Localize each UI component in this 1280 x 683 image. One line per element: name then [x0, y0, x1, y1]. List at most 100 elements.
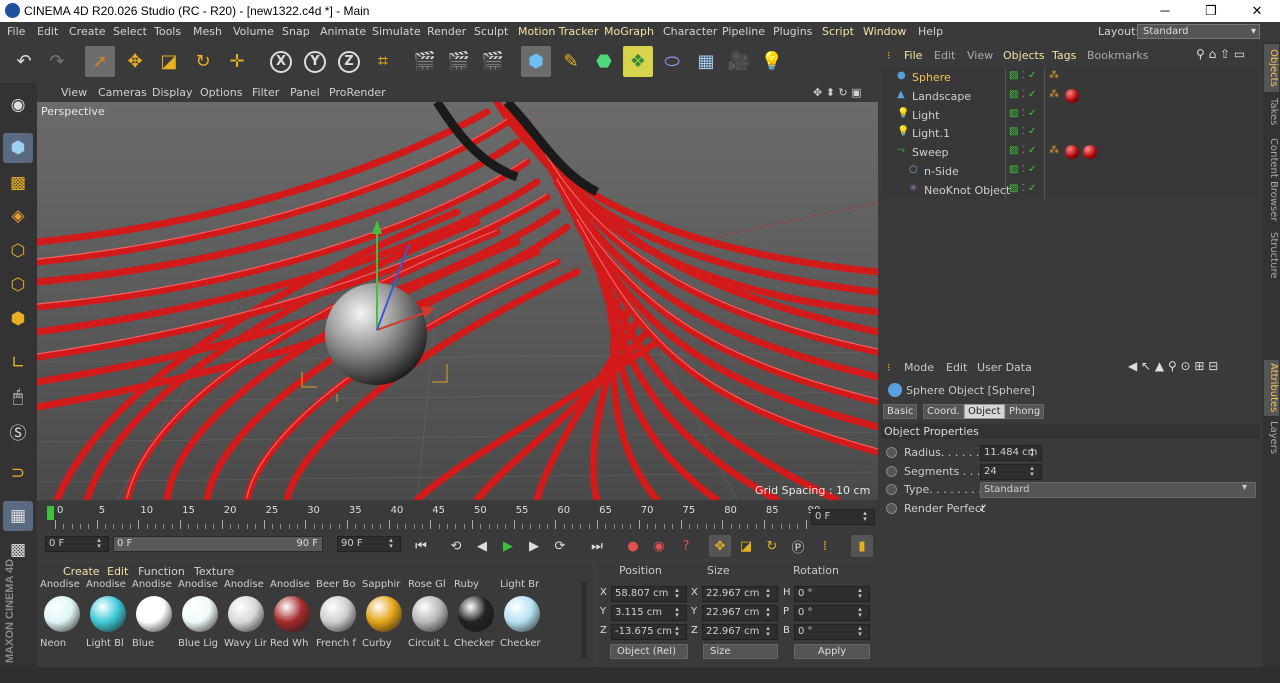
- pen-spline-icon[interactable]: ✎: [556, 46, 586, 77]
- minimize-button[interactable]: ─: [1142, 0, 1188, 22]
- move-tool-icon[interactable]: ✥: [120, 46, 150, 77]
- object-name[interactable]: Sweep: [912, 146, 949, 159]
- current-frame-field[interactable]: 0 F: [811, 509, 875, 525]
- menu-help[interactable]: Help: [918, 25, 943, 38]
- material-menu-texture[interactable]: Texture: [194, 565, 234, 578]
- vtab-structure[interactable]: Structure: [1264, 230, 1279, 280]
- render-to-picture-viewer-icon[interactable]: 🎬: [444, 46, 474, 77]
- viewport-menu-options[interactable]: Options: [200, 86, 242, 99]
- menu-pipeline[interactable]: Pipeline: [722, 25, 765, 38]
- material-swatch[interactable]: Anodise Light Bl: [86, 579, 130, 654]
- object-menu-file[interactable]: File: [904, 49, 922, 62]
- attribute-menu-edit[interactable]: Edit: [946, 361, 967, 374]
- polygons-mode-icon[interactable]: ⬢: [3, 304, 33, 334]
- attribute-menu-mode[interactable]: Mode: [904, 361, 934, 374]
- visibility-check-icon[interactable]: ▨ ⁚ ✓: [1009, 164, 1036, 175]
- vtab-layers[interactable]: Layers: [1264, 420, 1279, 456]
- floor-object-icon[interactable]: ▦: [691, 46, 721, 77]
- menu-edit[interactable]: Edit: [37, 25, 58, 38]
- animation-keyframe-icon[interactable]: [886, 502, 897, 514]
- menu-animate[interactable]: Animate: [320, 25, 366, 38]
- deformer-icon[interactable]: ⬭: [657, 46, 687, 77]
- material-swatch[interactable]: Rose Gl Circuit L: [408, 579, 452, 654]
- record-parameter-icon[interactable]: Ⓟ: [787, 535, 809, 557]
- object-row[interactable]: ✳ NeoKnot Object ▨ ⁚ ✓: [881, 181, 1266, 200]
- menu-select[interactable]: Select: [113, 25, 147, 38]
- position-field[interactable]: 58.807 cm: [611, 586, 687, 602]
- 3d-viewport[interactable]: Perspective Grid Spacing : 10 cm: [37, 102, 878, 500]
- menu-character[interactable]: Character: [663, 25, 717, 38]
- material-tag-icon[interactable]: [1083, 145, 1097, 160]
- position-field[interactable]: 3.115 cm: [611, 605, 687, 621]
- record-point-level-icon[interactable]: ⁞: [814, 535, 836, 557]
- material-swatch[interactable]: Light Br Checker: [500, 579, 544, 654]
- viewport-menu-view[interactable]: View: [61, 86, 87, 99]
- object-search-icon[interactable]: ⚲ ⌂ ⇧ ▭: [1196, 47, 1245, 61]
- cloner-icon[interactable]: ❖: [623, 46, 653, 77]
- material-tag-icon[interactable]: [1065, 88, 1079, 103]
- light-icon[interactable]: 💡: [757, 46, 787, 77]
- maximize-button[interactable]: ❐: [1188, 0, 1234, 22]
- render-settings-icon[interactable]: 🎬: [478, 46, 508, 77]
- object-menu-tags[interactable]: Tags: [1052, 49, 1076, 62]
- menu-file[interactable]: File: [7, 25, 25, 38]
- previous-frame-icon[interactable]: ◀: [471, 535, 493, 557]
- menu-render[interactable]: Render: [427, 25, 466, 38]
- close-button[interactable]: ✕: [1234, 0, 1280, 22]
- camera-icon[interactable]: 🎥: [724, 46, 754, 77]
- record-scale-icon[interactable]: ◪: [735, 535, 757, 557]
- menu-sculpt[interactable]: Sculpt: [474, 25, 508, 38]
- next-key-icon[interactable]: ⟳: [549, 535, 571, 557]
- viewport-nav-icons[interactable]: ✥ ⬍ ↻ ▣: [813, 86, 862, 99]
- object-name[interactable]: n-Side: [924, 165, 959, 178]
- viewport-menu-filter[interactable]: Filter: [252, 86, 279, 99]
- recent-tool-icon[interactable]: ✛: [222, 46, 252, 77]
- tab-phong[interactable]: Phong: [1005, 404, 1045, 419]
- live-selection-icon[interactable]: ➚: [85, 46, 115, 77]
- material-menu-function[interactable]: Function: [138, 565, 185, 578]
- redo-icon[interactable]: ↷: [42, 46, 72, 77]
- visibility-check-icon[interactable]: ▨ ⁚ ✓: [1009, 70, 1036, 81]
- make-editable-icon[interactable]: ◉: [3, 90, 33, 120]
- visibility-check-icon[interactable]: ▨ ⁚ ✓: [1009, 145, 1036, 156]
- material-swatch[interactable]: Anodise Neon: [40, 579, 84, 654]
- workplane-icon[interactable]: ▦: [3, 501, 33, 531]
- object-name[interactable]: Light: [912, 109, 939, 122]
- keyframe-selection-icon[interactable]: ?: [675, 535, 697, 557]
- animation-keyframe-icon[interactable]: [886, 484, 897, 495]
- rotation-field[interactable]: 0 °: [794, 624, 870, 640]
- autokeying-icon[interactable]: ◉: [648, 535, 670, 557]
- go-to-start-icon[interactable]: ⏮: [410, 535, 432, 557]
- size-field[interactable]: 22.967 cm: [702, 586, 778, 602]
- timeline-icon[interactable]: ▮: [851, 535, 873, 557]
- material-swatch[interactable]: Ruby Checker: [454, 579, 498, 654]
- material-swatch[interactable]: Anodise Blue: [132, 579, 176, 654]
- undo-icon[interactable]: ↶: [9, 46, 39, 77]
- size-field[interactable]: 22.967 cm: [702, 624, 778, 640]
- go-to-end-icon[interactable]: ⏭: [586, 535, 608, 557]
- menu-plugins[interactable]: Plugins: [773, 25, 812, 38]
- position-field[interactable]: -13.675 cm: [611, 624, 687, 640]
- model-mode-icon[interactable]: ⬢: [3, 133, 33, 163]
- menu-mograph[interactable]: MoGraph: [604, 25, 654, 38]
- object-menu-view[interactable]: View: [967, 49, 993, 62]
- object-row[interactable]: ⤳ Sweep ▨ ⁚ ✓ ⁂: [881, 143, 1266, 162]
- play-icon[interactable]: ▶: [497, 535, 519, 557]
- render-perfect-checkbox[interactable]: ✓: [978, 501, 988, 515]
- texture-mode-icon[interactable]: ▩: [3, 168, 33, 198]
- record-rotation-icon[interactable]: ↻: [761, 535, 783, 557]
- x-axis-lock-icon[interactable]: X: [266, 46, 296, 77]
- material-menu-edit[interactable]: Edit: [107, 565, 128, 578]
- visibility-check-icon[interactable]: ▨ ⁚ ✓: [1009, 108, 1036, 119]
- object-row[interactable]: ○ n-Side ▨ ⁚ ✓: [881, 162, 1266, 181]
- layout-dropdown[interactable]: Standard: [1137, 24, 1260, 39]
- object-row[interactable]: ● Sphere ▨ ⁚ ✓ ⁂: [881, 68, 1266, 87]
- object-row[interactable]: 💡 Light ▨ ⁚ ✓: [881, 106, 1266, 125]
- end-frame-field[interactable]: 90 F: [337, 536, 401, 552]
- object-menu-edit[interactable]: Edit: [934, 49, 955, 62]
- apply-button[interactable]: Apply: [794, 644, 870, 659]
- timeline-ruler[interactable]: 051015202530354045505560657075808590 0 F: [37, 502, 878, 532]
- phong-tag-icon[interactable]: ⁂: [1049, 145, 1059, 156]
- material-swatch[interactable]: Anodise Red Wh: [270, 579, 314, 654]
- menu-snap[interactable]: Snap: [282, 25, 310, 38]
